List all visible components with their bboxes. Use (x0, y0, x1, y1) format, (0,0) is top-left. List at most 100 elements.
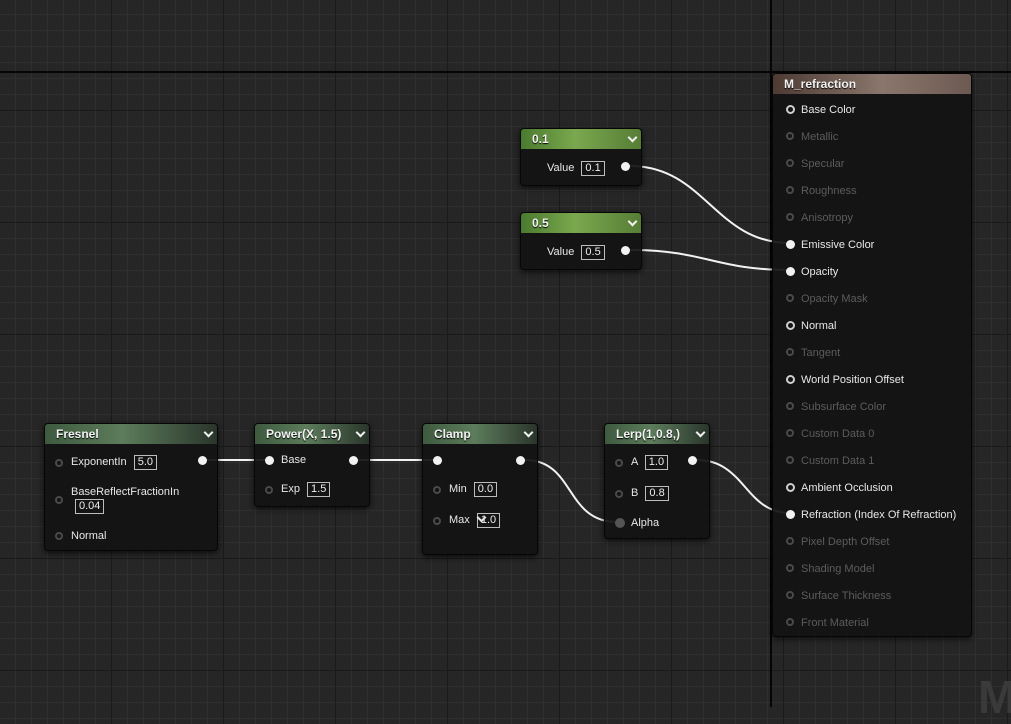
chevron-down-icon[interactable] (523, 429, 533, 439)
output-pin[interactable] (349, 456, 358, 465)
wire-const05-to-opacity (629, 249, 791, 271)
node-header[interactable]: Power(X, 1.5) (255, 424, 369, 444)
material-input-pin[interactable] (786, 456, 794, 464)
material-input-label: World Position Offset (801, 374, 904, 386)
b-pin[interactable] (615, 490, 623, 498)
material-input-label: Ambient Occlusion (801, 482, 893, 494)
material-input-pin[interactable] (786, 618, 794, 626)
max-label: Max (449, 514, 470, 526)
material-input-pin[interactable] (786, 240, 795, 249)
value-label: Value (547, 246, 575, 258)
chevron-down-icon[interactable] (627, 134, 637, 144)
b-row: B 0.8 (631, 486, 669, 501)
material-input-label: Custom Data 0 (801, 428, 875, 440)
exponent-field[interactable]: 5.0 (133, 455, 158, 470)
material-input-label: Front Material (801, 617, 869, 629)
a-field[interactable]: 1.0 (644, 455, 669, 470)
base-pin[interactable] (265, 456, 274, 465)
material-input-label: Refraction (Index Of Refraction) (801, 509, 957, 521)
constant-node-0-5[interactable]: 0.5 Value 0.5 (520, 212, 642, 270)
material-input-pin[interactable] (786, 429, 794, 437)
max-row: Max 1.0 (449, 513, 501, 528)
min-pin[interactable] (433, 486, 441, 494)
base-reflect-pin[interactable] (55, 496, 63, 504)
a-label: A (631, 456, 638, 468)
node-header[interactable]: M_refraction (773, 74, 971, 94)
node-title: Clamp (434, 427, 471, 441)
material-input-label: Normal (801, 320, 837, 332)
material-input-label: Subsurface Color (801, 401, 886, 413)
base-reflect-label: BaseReflectFractionIn (71, 486, 180, 498)
material-input-label: Opacity (801, 266, 839, 278)
material-input-pin[interactable] (786, 402, 794, 410)
node-title: 0.5 (532, 216, 549, 230)
exp-field[interactable]: 1.5 (307, 482, 331, 497)
node-header[interactable]: 0.1 (521, 129, 641, 149)
material-input-label: Base Color (801, 104, 856, 116)
base-label: Base (281, 454, 307, 466)
material-result-node[interactable]: M_refraction Base Color Metallic Specular R… (772, 73, 972, 637)
output-pin[interactable] (621, 162, 630, 171)
material-input-pin[interactable] (786, 321, 795, 330)
exponent-label: ExponentIn (71, 456, 127, 468)
max-pin[interactable] (433, 517, 441, 525)
min-field[interactable]: 0.0 (473, 482, 498, 497)
b-field[interactable]: 0.8 (645, 486, 669, 501)
material-input-pin[interactable] (786, 591, 794, 599)
exp-label: Exp (281, 483, 300, 495)
a-pin[interactable] (615, 459, 623, 467)
normal-pin[interactable] (55, 532, 63, 540)
output-pin[interactable] (621, 246, 630, 255)
material-input-pin[interactable] (786, 105, 795, 114)
node-header[interactable]: Fresnel (45, 424, 217, 444)
material-input-label: Pixel Depth Offset (801, 536, 890, 548)
clamp-node[interactable]: Clamp Min 0.0 Max 1.0 (422, 423, 538, 555)
material-input-pin[interactable] (786, 375, 795, 384)
exponent-in-pin[interactable] (55, 459, 63, 467)
material-input-label: Metallic (801, 131, 839, 143)
material-input-label: Opacity Mask (801, 293, 868, 305)
material-input-label: Shading Model (801, 563, 875, 575)
output-pin[interactable] (516, 456, 525, 465)
material-input-pin[interactable] (786, 132, 794, 140)
material-input-label: Emissive Color (801, 239, 875, 251)
material-input-pin[interactable] (786, 159, 794, 167)
value-row: Value 0.1 (547, 161, 605, 176)
chevron-down-icon[interactable] (203, 429, 213, 439)
chevron-down-icon[interactable] (695, 429, 705, 439)
material-input-pin[interactable] (786, 267, 795, 276)
material-input-pin[interactable] (786, 294, 794, 302)
fresnel-node[interactable]: Fresnel ExponentIn 5.0 BaseReflectFracti… (44, 423, 218, 551)
expand-chevron-icon[interactable] (476, 514, 486, 522)
input-pin[interactable] (433, 456, 442, 465)
node-header[interactable]: Clamp (423, 424, 537, 444)
exp-pin[interactable] (265, 486, 273, 494)
output-pin[interactable] (688, 456, 697, 465)
material-input-pin[interactable] (786, 186, 794, 194)
material-input-label: Tangent (801, 347, 841, 359)
node-header[interactable]: Lerp(1,0.8,) (605, 424, 709, 444)
material-input-pin[interactable] (786, 483, 795, 492)
chevron-down-icon[interactable] (627, 218, 637, 228)
constant-node-0-1[interactable]: 0.1 Value 0.1 (520, 128, 642, 186)
node-header[interactable]: 0.5 (521, 213, 641, 233)
material-input-pin[interactable] (786, 213, 794, 221)
material-input-label: Custom Data 1 (801, 455, 875, 467)
lerp-node[interactable]: Lerp(1,0.8,) A 1.0 B 0.8 Alpha (604, 423, 710, 539)
chevron-down-icon[interactable] (355, 429, 365, 439)
value-field[interactable]: 0.1 (581, 161, 605, 176)
material-input-pin[interactable] (786, 537, 794, 545)
material-input-pin[interactable] (786, 348, 794, 356)
wire-const01-to-emissive (629, 165, 791, 244)
value-field[interactable]: 0.5 (581, 245, 605, 260)
alpha-pin[interactable] (615, 518, 625, 528)
base-reflect-row: 0.04 (71, 499, 105, 514)
power-node[interactable]: Power(X, 1.5) Base Exp 1.5 (254, 423, 370, 507)
material-input-label: Roughness (801, 185, 857, 197)
material-input-pin[interactable] (786, 510, 795, 519)
exponent-row: ExponentIn 5.0 (71, 455, 158, 470)
base-reflect-field[interactable]: 0.04 (75, 499, 105, 514)
output-pin[interactable] (198, 456, 207, 465)
node-title: 0.1 (532, 132, 549, 146)
material-input-pin[interactable] (786, 564, 794, 572)
